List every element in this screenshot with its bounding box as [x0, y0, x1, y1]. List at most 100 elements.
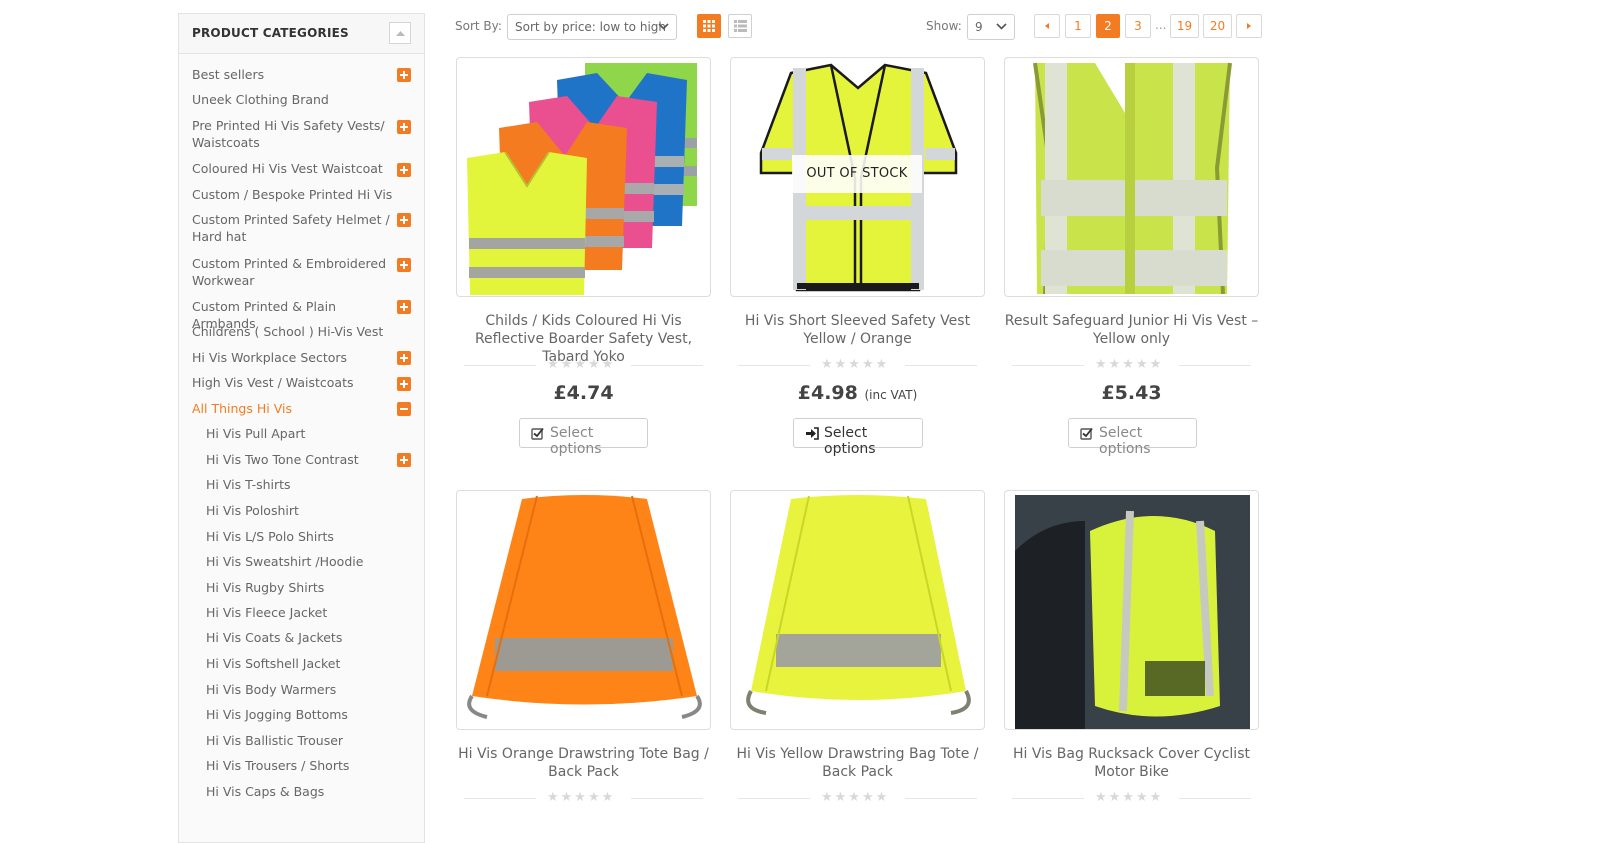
rating-stars: ★★★★★: [1004, 357, 1259, 373]
chevron-down-icon: [996, 23, 1007, 30]
subcategory-tshirts[interactable]: Hi Vis T-shirts: [206, 476, 416, 493]
expand-icon[interactable]: [397, 213, 411, 227]
product-image[interactable]: [1004, 57, 1259, 297]
select-options-button[interactable]: Select options: [519, 418, 648, 457]
expand-icon[interactable]: [397, 120, 411, 134]
product-name[interactable]: Hi Vis Yellow Drawstring Bag Tote / Back…: [730, 745, 985, 781]
subcategory-softshell[interactable]: Hi Vis Softshell Jacket: [206, 655, 416, 672]
rucksack-cover-image: [1015, 495, 1250, 729]
rating-stars: ★★★★★: [730, 790, 985, 806]
checkbox-icon: [1080, 427, 1093, 440]
next-page-button[interactable]: [1236, 14, 1262, 38]
out-of-stock-badge: OUT OF STOCK: [792, 155, 922, 193]
show-value: 9: [975, 20, 983, 34]
category-embroidered[interactable]: Custom Printed & Embroidered Workwear: [192, 255, 387, 289]
category-best-sellers[interactable]: Best sellers: [192, 66, 402, 83]
product-image[interactable]: [456, 490, 711, 730]
price-value: £4.98: [797, 382, 858, 404]
product-categories-panel: PRODUCT CATEGORIES Best sellers Uneek Cl…: [178, 13, 425, 843]
expand-icon[interactable]: [397, 351, 411, 365]
rating-stars: ★★★★★: [730, 357, 985, 373]
chevron-up-icon: [396, 31, 405, 36]
subcategory-coats[interactable]: Hi Vis Coats & Jackets: [206, 629, 416, 646]
expand-icon[interactable]: [397, 68, 411, 82]
caret-left-icon: [1045, 23, 1049, 29]
subcategory-pull-apart[interactable]: Hi Vis Pull Apart: [206, 425, 416, 442]
expand-icon[interactable]: [397, 453, 411, 467]
show-select[interactable]: 9: [967, 14, 1015, 40]
category-helmet[interactable]: Custom Printed Safety Helmet / Hard hat: [192, 211, 407, 245]
page-1[interactable]: 1: [1065, 14, 1091, 38]
expand-icon[interactable]: [397, 258, 411, 272]
chevron-down-icon: [658, 23, 669, 30]
sort-value: Sort by price: low to high: [515, 20, 666, 34]
sort-label: Sort By:: [455, 19, 502, 33]
subcategory-jogging[interactable]: Hi Vis Jogging Bottoms: [206, 706, 416, 723]
expand-icon[interactable]: [397, 300, 411, 314]
category-custom-bespoke[interactable]: Custom / Bespoke Printed Hi Vis: [192, 186, 402, 203]
category-high-vis-vest[interactable]: High Vis Vest / Waistcoats: [192, 374, 402, 391]
checkbox-icon: [531, 427, 544, 440]
list-view-button[interactable]: [728, 14, 752, 38]
category-pre-printed[interactable]: Pre Printed Hi Vis Safety Vests/ Waistco…: [192, 117, 387, 151]
subcategory-caps-bags[interactable]: Hi Vis Caps & Bags: [206, 783, 416, 800]
rating-stars: ★★★★★: [456, 790, 711, 806]
subcategory-two-tone[interactable]: Hi Vis Two Tone Contrast: [206, 451, 416, 468]
button-label: Select options: [550, 425, 602, 457]
select-options-button[interactable]: Select options: [793, 418, 923, 457]
product-name[interactable]: Hi Vis Bag Rucksack Cover Cyclist Motor …: [1004, 745, 1259, 781]
product-price: £4.74: [456, 382, 711, 404]
vat-note: (inc VAT): [864, 388, 918, 402]
prev-page-button[interactable]: [1034, 14, 1060, 38]
expand-icon[interactable]: [397, 377, 411, 391]
product-name[interactable]: Hi Vis Short Sleeved Safety Vest Yellow …: [730, 312, 985, 348]
subcategory-sweatshirt[interactable]: Hi Vis Sweatshirt /Hoodie: [206, 553, 416, 570]
list-icon: [734, 20, 747, 32]
category-coloured-vest[interactable]: Coloured Hi Vis Vest Waistcoat: [192, 160, 402, 177]
subcategory-body-warmers[interactable]: Hi Vis Body Warmers: [206, 681, 416, 698]
categories-header: PRODUCT CATEGORIES: [179, 14, 424, 54]
collapse-icon[interactable]: [397, 402, 411, 416]
sort-select[interactable]: Sort by price: low to high: [507, 14, 677, 40]
category-all-things-hi-vis[interactable]: All Things Hi Vis: [192, 400, 402, 417]
product-image[interactable]: [730, 490, 985, 730]
expand-icon[interactable]: [397, 163, 411, 177]
yellow-drawstring-bag-image: [746, 495, 971, 715]
subcategory-rugby[interactable]: Hi Vis Rugby Shirts: [206, 579, 416, 596]
price-value: £5.43: [1101, 382, 1162, 404]
pagination-ellipsis: ...: [1155, 18, 1167, 32]
grid-icon: [703, 20, 715, 32]
sign-in-icon: [806, 427, 819, 440]
product-price: £4.98 (inc VAT): [730, 382, 985, 404]
page-19[interactable]: 19: [1170, 14, 1199, 38]
button-label: Select options: [824, 425, 876, 457]
subcategory-poloshirt[interactable]: Hi Vis Poloshirt: [206, 502, 416, 519]
product-name[interactable]: Hi Vis Orange Drawstring Tote Bag / Back…: [456, 745, 711, 781]
page-20[interactable]: 20: [1203, 14, 1232, 38]
caret-right-icon: [1247, 23, 1251, 29]
page-3[interactable]: 3: [1125, 14, 1151, 38]
page-2-current[interactable]: 2: [1096, 14, 1120, 38]
subcategory-fleece[interactable]: Hi Vis Fleece Jacket: [206, 604, 416, 621]
categories-title: PRODUCT CATEGORIES: [192, 26, 349, 40]
price-value: £4.74: [553, 382, 614, 404]
show-label: Show:: [926, 19, 962, 33]
product-image[interactable]: [456, 57, 711, 297]
category-workplace[interactable]: Hi Vis Workplace Sectors: [192, 349, 402, 366]
subcategory-ls-polo[interactable]: Hi Vis L/S Polo Shirts: [206, 528, 416, 545]
product-name[interactable]: Result Safeguard Junior Hi Vis Vest – Ye…: [1004, 312, 1259, 348]
rating-stars: ★★★★★: [456, 357, 711, 373]
rating-stars: ★★★★★: [1004, 790, 1259, 806]
subcategory-ballistic[interactable]: Hi Vis Ballistic Trouser: [206, 732, 416, 749]
category-childrens[interactable]: Childrens ( School ) Hi-Vis Vest: [192, 323, 402, 340]
grid-view-button[interactable]: [697, 14, 721, 38]
product-image[interactable]: OUT OF STOCK: [730, 57, 985, 297]
collapse-button[interactable]: [389, 22, 411, 44]
select-options-button[interactable]: Select options: [1068, 418, 1197, 457]
kids-vests-image: [467, 63, 697, 295]
orange-drawstring-bag-image: [467, 495, 702, 719]
category-uneek[interactable]: Uneek Clothing Brand: [192, 91, 402, 108]
product-image[interactable]: [1004, 490, 1259, 730]
junior-vest-image: [1033, 62, 1232, 295]
subcategory-trousers[interactable]: Hi Vis Trousers / Shorts: [206, 757, 416, 774]
